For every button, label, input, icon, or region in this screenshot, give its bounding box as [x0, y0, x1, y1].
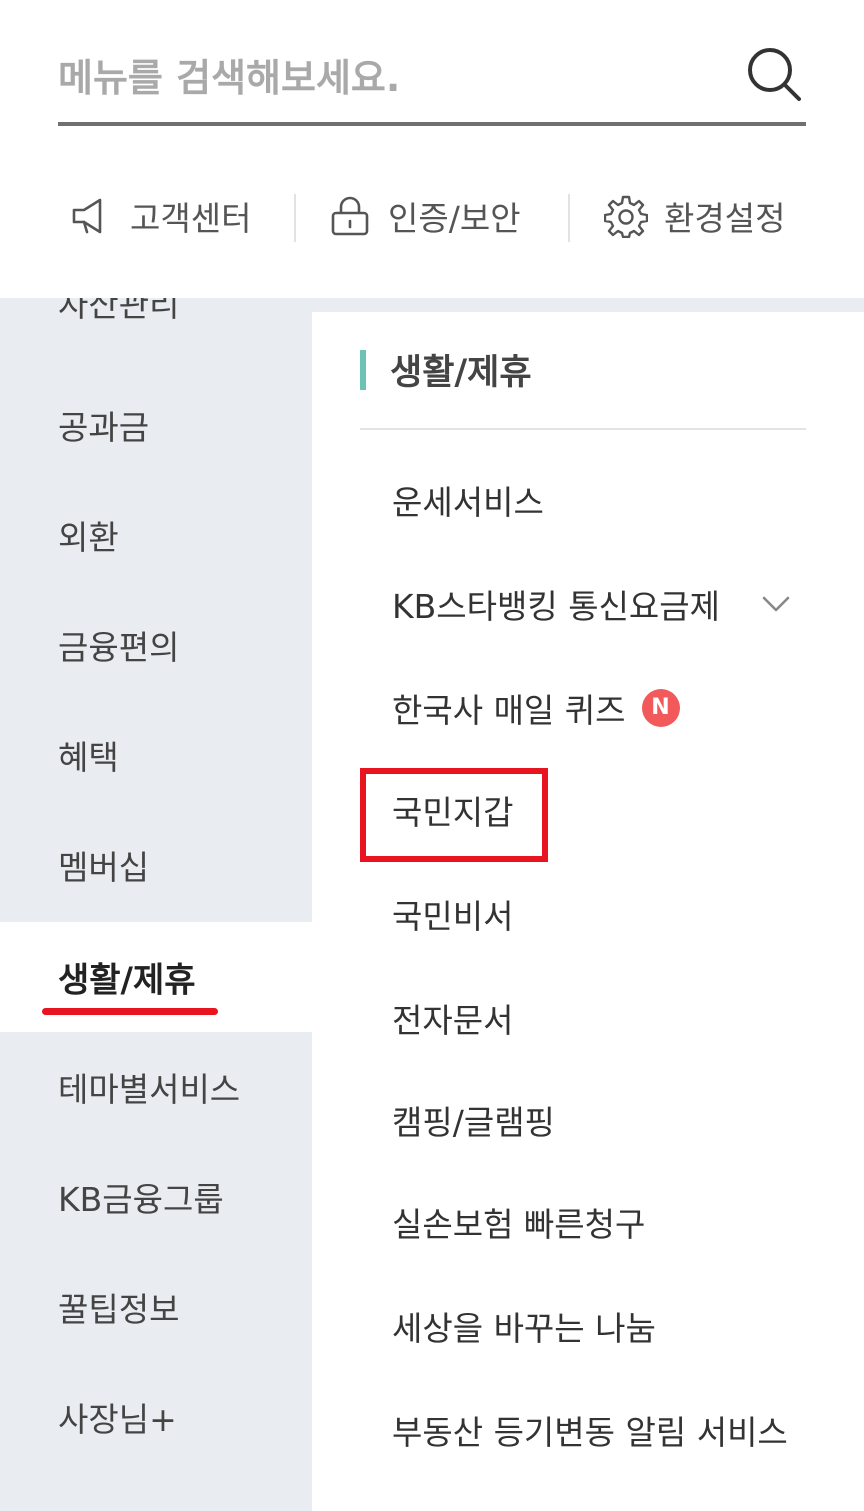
submenu-item-telecom-plan[interactable]: KB스타뱅킹 통신요금제: [392, 574, 720, 634]
left-menu-item-bills[interactable]: 공과금: [0, 370, 312, 480]
section-title: 생활/제휴: [390, 353, 532, 393]
left-menu-item-label: KB금융그룹: [58, 1180, 224, 1219]
submenu-item-label: 운세서비스: [392, 483, 544, 522]
left-menu-item-membership[interactable]: 멤버십: [0, 810, 312, 920]
settings-link[interactable]: 환경설정: [604, 186, 785, 246]
left-menu-item-life-partner[interactable]: 생활/제휴: [0, 922, 312, 1032]
submenu-item-history-quiz[interactable]: 한국사 매일 퀴즈 N: [392, 678, 680, 738]
megaphone-icon: [72, 198, 102, 234]
active-underline: [42, 1008, 218, 1015]
left-menu-item-owner[interactable]: 사장님+: [0, 1362, 312, 1472]
submenu-item-e-document[interactable]: 전자문서: [392, 988, 513, 1048]
submenu-item-label: 부동산 등기변동 알림 서비스: [392, 1413, 788, 1452]
divider: [294, 194, 296, 242]
highlight-box: [360, 768, 548, 862]
left-menu-item-kb-group[interactable]: KB금융그룹: [0, 1142, 312, 1252]
left-menu-item-fx[interactable]: 외환: [0, 480, 312, 590]
divider: [568, 194, 570, 242]
left-menu-item-label: 금융편의: [58, 628, 180, 667]
search-bar: [58, 36, 806, 126]
left-menu-item-tips[interactable]: 꿀팁정보: [0, 1252, 312, 1362]
submenu-item-label: 세상을 바꾸는 나눔: [392, 1309, 656, 1348]
auth-security-label: 인증/보안: [388, 199, 521, 238]
left-menu-item-label: 외환: [58, 518, 119, 557]
quick-links: 고객센터 인증/보안 환경설정: [0, 186, 864, 246]
section-divider: [360, 428, 806, 430]
left-menu-item-label: 자산관리: [58, 298, 180, 324]
left-menu-item-label: 꿀팁정보: [58, 1290, 180, 1329]
auth-security-link[interactable]: 인증/보안: [328, 186, 521, 246]
left-menu-item-label: 혜택: [58, 738, 119, 777]
search-underline: [58, 122, 806, 126]
panel-top-strip: [312, 298, 864, 312]
left-menu-item-label: 멤버십: [58, 848, 150, 887]
submenu-item-camping[interactable]: 캠핑/글램핑: [392, 1090, 555, 1150]
settings-label: 환경설정: [664, 199, 786, 238]
submenu-item-label: 전자문서: [392, 1001, 514, 1040]
left-category-menu: 자산관리 공과금 외환 금융편의 혜택 멤버십 생활/제휴 테마별서비스 KB금…: [0, 298, 312, 1511]
submenu-item-label: 캠핑/글램핑: [392, 1103, 555, 1142]
search-button[interactable]: [742, 42, 806, 106]
left-menu-item-label: 공과금: [58, 408, 150, 447]
chevron-down-icon[interactable]: [760, 588, 792, 620]
customer-center-link[interactable]: 고객센터: [70, 186, 251, 246]
gear-icon: [604, 195, 648, 238]
submenu-item-sharing[interactable]: 세상을 바꾸는 나눔: [392, 1296, 656, 1356]
left-menu-item-benefits[interactable]: 혜택: [0, 700, 312, 810]
submenu-item-insurance-claim[interactable]: 실손보험 빠른청구: [392, 1192, 645, 1252]
submenu-item-kookmin-secretary[interactable]: 국민비서: [392, 884, 513, 944]
submenu-item-real-estate-alert[interactable]: 부동산 등기변동 알림 서비스: [392, 1400, 788, 1460]
section-accent-bar: [360, 350, 366, 390]
submenu-item-label: KB스타뱅킹 통신요금제: [392, 587, 721, 626]
lock-icon: [331, 196, 369, 236]
submenu-item-label: 한국사 매일 퀴즈: [392, 691, 626, 730]
submenu-item-label: 실손보험 빠른청구: [392, 1205, 646, 1244]
submenu-item-fortune[interactable]: 운세서비스: [392, 470, 544, 530]
left-menu-item-theme[interactable]: 테마별서비스: [0, 1032, 312, 1142]
left-menu-item-convenience[interactable]: 금융편의: [0, 590, 312, 700]
left-menu-item-label: 사장님+: [58, 1400, 177, 1439]
left-menu-item-label: 생활/제휴: [58, 960, 196, 1001]
customer-center-label: 고객센터: [130, 199, 252, 238]
search-icon: [748, 48, 801, 101]
submenu-item-label: 국민비서: [392, 897, 514, 936]
new-badge: N: [641, 689, 680, 727]
left-menu-item-label: 테마별서비스: [58, 1070, 241, 1109]
search-input[interactable]: [58, 36, 728, 120]
